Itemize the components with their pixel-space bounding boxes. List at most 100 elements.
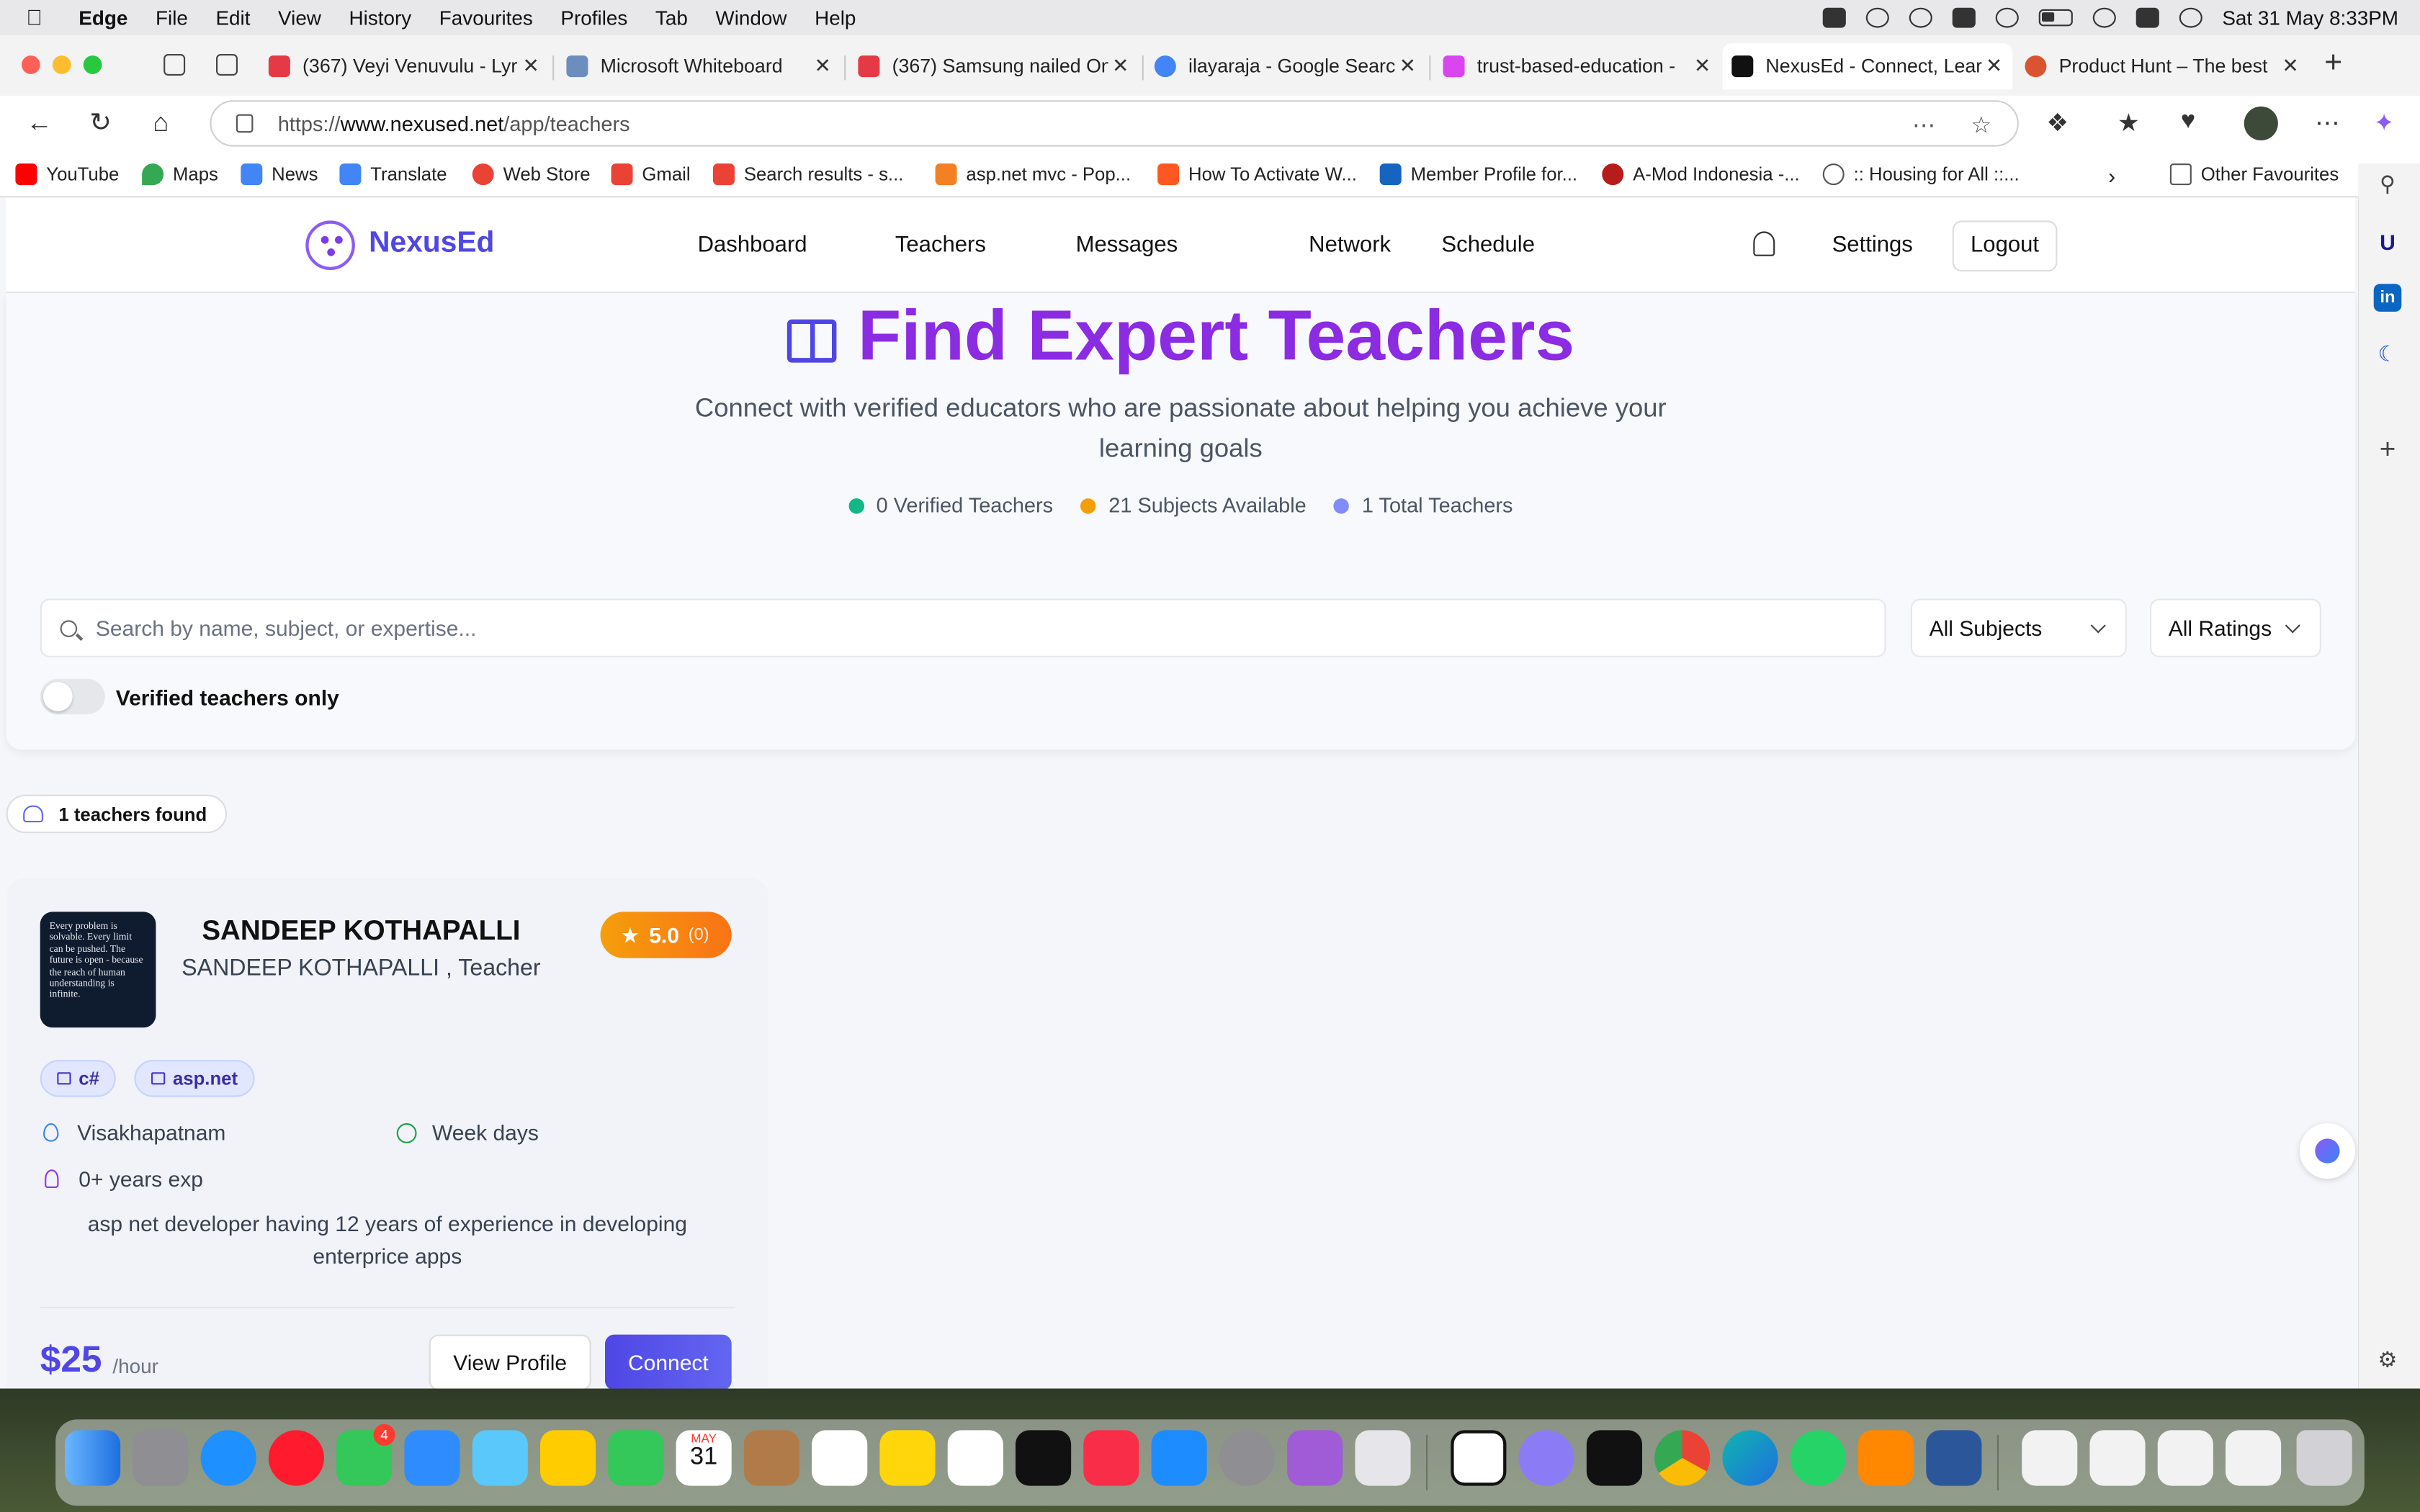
notion-icon[interactable] bbox=[1451, 1430, 1507, 1486]
bookmark-other-favourites[interactable]: Other Favourites bbox=[2169, 163, 2339, 186]
bookmark-housing-for-all[interactable]: :: Housing for All ::... bbox=[1822, 163, 2020, 186]
more-menu-icon[interactable]: ⋯ bbox=[2315, 108, 2339, 139]
contacts-icon[interactable] bbox=[743, 1430, 799, 1486]
xppen-icon[interactable] bbox=[1586, 1430, 1642, 1486]
performance-icon[interactable]: ♥ bbox=[2181, 108, 2195, 136]
sidebar-app-u-icon[interactable]: U bbox=[2374, 228, 2402, 256]
launchpad-icon[interactable] bbox=[133, 1430, 189, 1486]
nexused-logo-icon[interactable] bbox=[305, 220, 355, 270]
battery-icon[interactable] bbox=[2038, 8, 2073, 26]
sidebar-app-icon[interactable]: ☾ bbox=[2374, 339, 2402, 367]
tab-microsoft-whiteboard[interactable]: Microsoft Whiteboard ✕ bbox=[557, 46, 841, 86]
bookmark-news[interactable]: News bbox=[241, 163, 318, 186]
vlc-icon[interactable] bbox=[1858, 1430, 1914, 1486]
close-tab-icon[interactable]: ✕ bbox=[1395, 54, 1420, 78]
mail-icon[interactable] bbox=[404, 1430, 460, 1486]
sidebar-settings-gear-icon[interactable]: ⚙ bbox=[2374, 1346, 2402, 1374]
nav-network[interactable]: Network bbox=[1309, 233, 1391, 258]
close-tab-icon[interactable]: ✕ bbox=[810, 54, 835, 78]
logout-button[interactable]: Logout bbox=[1952, 220, 2058, 272]
maps-icon[interactable] bbox=[472, 1430, 528, 1486]
address-bar[interactable]: https://www.nexused.net/app/teachers ⋯ ☆ bbox=[210, 100, 2019, 147]
xppen-status-icon[interactable] bbox=[1822, 6, 1846, 27]
view-profile-button[interactable]: View Profile bbox=[429, 1334, 591, 1389]
recent-document-icon[interactable] bbox=[2157, 1430, 2213, 1486]
menu-window[interactable]: Window bbox=[715, 6, 786, 29]
menu-view[interactable]: View bbox=[278, 6, 321, 29]
siri-icon[interactable] bbox=[2179, 6, 2202, 27]
close-tab-icon[interactable]: ✕ bbox=[1981, 54, 2006, 78]
tab-veyi-venuvulu[interactable]: (367) Veyi Venuvulu - Lyr ✕ bbox=[259, 46, 550, 86]
bookmark-member-profile[interactable]: Member Profile for... bbox=[1379, 163, 1577, 186]
whatsapp-icon[interactable] bbox=[1790, 1430, 1846, 1486]
nav-teachers[interactable]: Teachers bbox=[895, 233, 986, 258]
extensions-puzzle-icon[interactable]: ❖ bbox=[2046, 108, 2069, 139]
notes-icon[interactable] bbox=[879, 1430, 936, 1486]
teacher-avatar[interactable]: Every problem is solvable. Every limit c… bbox=[40, 912, 156, 1028]
app-store-icon[interactable] bbox=[1151, 1430, 1207, 1486]
menu-help[interactable]: Help bbox=[815, 6, 856, 29]
calendar-icon[interactable]: MAY 31 bbox=[676, 1430, 732, 1486]
close-tab-icon[interactable]: ✕ bbox=[2278, 54, 2303, 78]
minimize-window-button[interactable] bbox=[52, 55, 71, 74]
vlc-status-icon[interactable] bbox=[1865, 6, 1889, 27]
menu-history[interactable]: History bbox=[349, 6, 412, 29]
bookmark-translate[interactable]: Translate bbox=[339, 163, 447, 186]
bookmark-search-results[interactable]: Search results - s... bbox=[712, 163, 903, 186]
tab-actions-icon[interactable] bbox=[216, 54, 238, 76]
safari-icon[interactable] bbox=[200, 1430, 256, 1486]
settings-link[interactable]: Settings bbox=[1832, 233, 1913, 258]
edge-icon[interactable] bbox=[1722, 1430, 1778, 1486]
system-settings-icon[interactable] bbox=[1219, 1430, 1275, 1486]
favourites-icon[interactable]: ★ bbox=[2118, 108, 2140, 139]
play-status-icon[interactable] bbox=[1995, 6, 2019, 27]
recent-document-icon[interactable] bbox=[2089, 1430, 2146, 1486]
nav-dashboard[interactable]: Dashboard bbox=[698, 233, 807, 258]
apple-tv-icon[interactable] bbox=[1016, 1430, 1072, 1486]
close-tab-icon[interactable]: ✕ bbox=[519, 54, 543, 78]
menu-tab[interactable]: Tab bbox=[655, 6, 688, 29]
control-center-icon[interactable] bbox=[2136, 6, 2159, 27]
ai-assistant-brain-icon[interactable] bbox=[2299, 1123, 2355, 1179]
bookmark-maps[interactable]: Maps bbox=[142, 163, 218, 186]
linkedin-icon[interactable]: in bbox=[2373, 284, 2402, 312]
menubar-clock[interactable]: Sat 31 May 8:33PM bbox=[2222, 6, 2398, 29]
recent-document-icon[interactable] bbox=[2022, 1430, 2078, 1486]
subject-filter-select[interactable]: All Subjects bbox=[1910, 598, 2127, 657]
freeform-icon[interactable] bbox=[947, 1430, 1003, 1486]
feedback-icon[interactable] bbox=[1287, 1430, 1343, 1486]
apple-icon[interactable]:  bbox=[26, 4, 57, 29]
tab-nexused-active[interactable]: NexusEd - Connect, Lear ✕ bbox=[1722, 43, 2013, 90]
sync-status-icon[interactable] bbox=[1909, 6, 1932, 27]
nav-schedule[interactable]: Schedule bbox=[1441, 233, 1535, 258]
sidebar-search-icon[interactable]: ⚲ bbox=[2374, 170, 2402, 198]
bookmark-how-to-activate[interactable]: How To Activate W... bbox=[1157, 163, 1357, 186]
refresh-icon[interactable]: ↻ bbox=[89, 108, 112, 139]
menu-edit[interactable]: Edit bbox=[215, 6, 250, 29]
zoom-window-button[interactable] bbox=[83, 55, 102, 74]
word-icon[interactable] bbox=[1926, 1430, 1982, 1486]
notifications-bell-icon[interactable] bbox=[1753, 231, 1775, 256]
photos-icon[interactable] bbox=[540, 1430, 596, 1486]
reading-mode-icon[interactable]: ⋯ bbox=[1912, 111, 1935, 138]
bookmark-aspnet-mvc[interactable]: asp.net mvc - Pop... bbox=[935, 163, 1131, 186]
iphone-mirroring-icon[interactable] bbox=[1355, 1430, 1411, 1486]
bookmark-gmail[interactable]: Gmail bbox=[611, 163, 691, 186]
bookmark-web-store[interactable]: Web Store bbox=[472, 163, 591, 186]
copilot-icon[interactable]: ✦ bbox=[2374, 108, 2395, 139]
tab-trust-based-education[interactable]: trust-based-education - ✕ bbox=[1434, 46, 1721, 86]
close-window-button[interactable] bbox=[22, 55, 40, 74]
bookmark-youtube[interactable]: YouTube bbox=[15, 163, 119, 186]
close-tab-icon[interactable]: ✕ bbox=[1108, 54, 1133, 78]
bookmark-amod-indonesia[interactable]: A-Mod Indonesia -... bbox=[1602, 163, 1800, 186]
verified-only-toggle[interactable] bbox=[40, 678, 105, 715]
back-arrow-icon[interactable]: ← bbox=[26, 108, 52, 139]
menu-file[interactable]: File bbox=[156, 6, 188, 29]
connect-button[interactable]: Connect bbox=[605, 1334, 732, 1389]
menu-app-name[interactable]: Edge bbox=[79, 6, 127, 29]
tab-product-hunt[interactable]: Product Hunt – The best ✕ bbox=[2016, 46, 2309, 86]
site-info-lock-icon[interactable] bbox=[236, 114, 254, 133]
home-icon[interactable]: ⌂ bbox=[153, 108, 169, 139]
menu-favourites[interactable]: Favourites bbox=[439, 6, 533, 29]
sidebar-add-icon[interactable]: + bbox=[2374, 435, 2402, 463]
